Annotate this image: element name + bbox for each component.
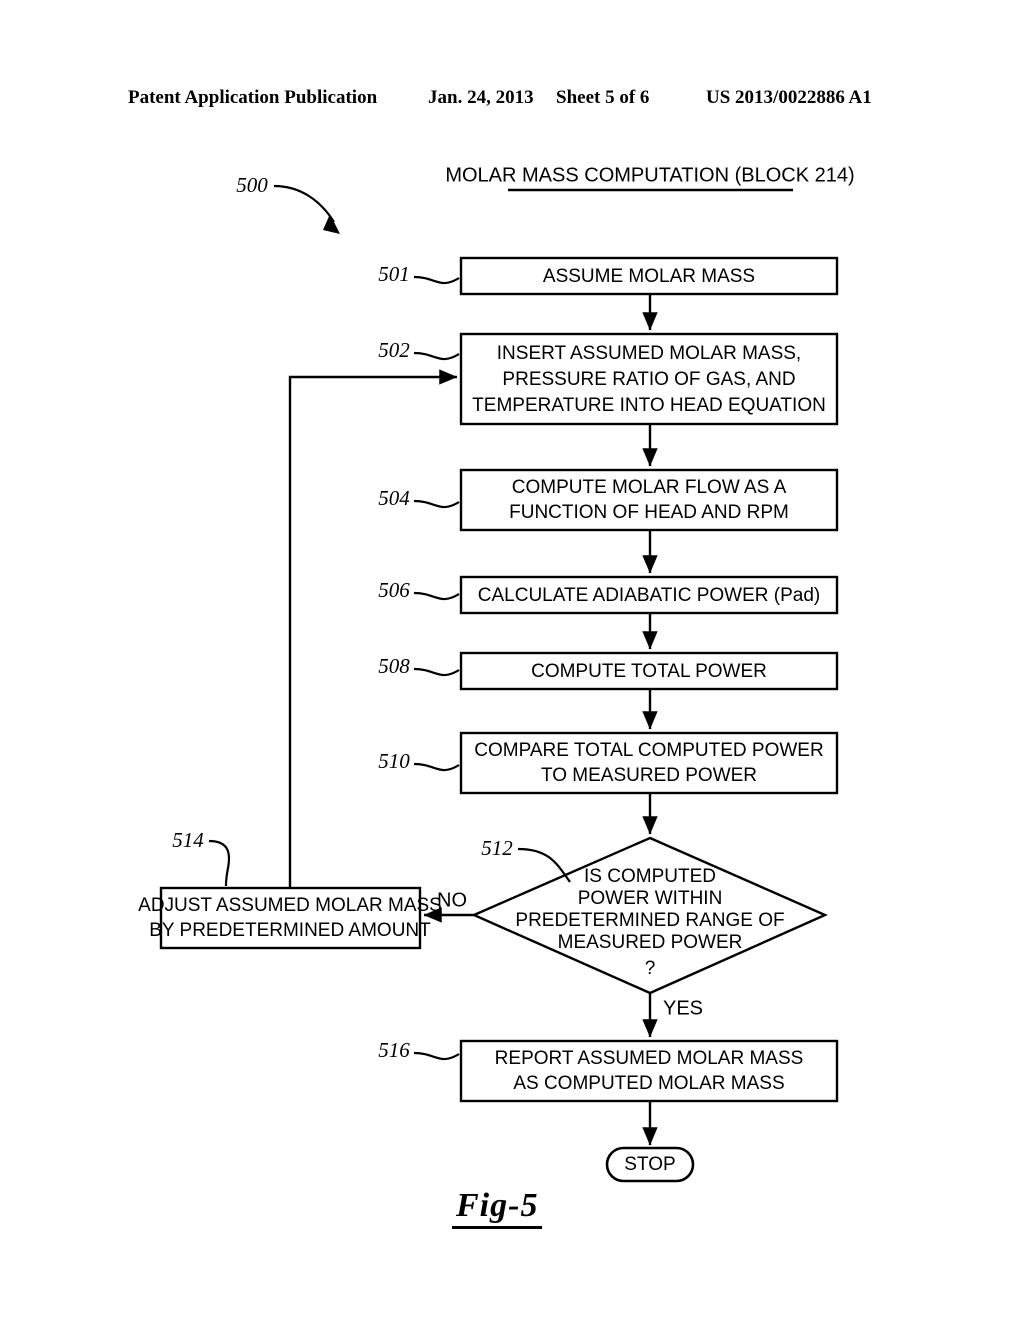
node-508-ref: 508	[378, 654, 410, 678]
diagram-ref-arrowhead	[323, 214, 340, 234]
node-501[interactable]: ASSUME MOLAR MASS 501	[378, 256, 839, 296]
node-516-line-0: REPORT ASSUMED MOLAR MASS	[495, 1048, 804, 1069]
node-504[interactable]: COMPUTE MOLAR FLOW AS A FUNCTION OF HEAD…	[378, 468, 839, 532]
node-502-line-2: TEMPERATURE INTO HEAD EQUATION	[472, 395, 826, 416]
node-stop[interactable]: STOP	[605, 1146, 695, 1183]
node-512[interactable]: IS COMPUTED POWER WITHIN PREDETERMINED R…	[471, 836, 828, 995]
node-502-leader	[413, 351, 460, 361]
node-508-leader	[413, 667, 460, 677]
node-512-line-4: ?	[645, 958, 656, 979]
node-510-line-0: COMPARE TOTAL COMPUTED POWER	[474, 740, 823, 761]
node-516-ref: 516	[378, 1038, 410, 1062]
node-504-ref: 504	[378, 486, 410, 510]
node-506-line-0: CALCULATE ADIABATIC POWER (Pad)	[478, 585, 820, 606]
node-504-line-0: COMPUTE MOLAR FLOW AS A	[512, 477, 787, 498]
node-502-line-1: PRESSURE RATIO OF GAS, AND	[502, 369, 795, 390]
node-501-leader	[413, 275, 460, 285]
node-514-ref: 514	[172, 828, 204, 852]
node-stop-label: STOP	[624, 1154, 675, 1175]
diagram-reference-500: 500	[236, 173, 340, 234]
figure-caption: Fig-5	[452, 1188, 543, 1229]
node-512-ref: 512	[481, 836, 513, 860]
node-516-leader	[413, 1051, 460, 1061]
node-508[interactable]: COMPUTE TOTAL POWER 508	[378, 651, 839, 691]
node-504-leader	[413, 499, 460, 509]
node-502[interactable]: INSERT ASSUMED MOLAR MASS, PRESSURE RATI…	[378, 332, 839, 426]
node-502-line-0: INSERT ASSUMED MOLAR MASS,	[497, 343, 801, 364]
node-512-line-0: IS COMPUTED	[584, 866, 716, 887]
node-501-ref: 501	[378, 262, 410, 286]
node-510-ref: 510	[378, 749, 410, 773]
node-514-line-0: ADJUST ASSUMED MOLAR MASS	[138, 895, 442, 916]
diagram-ref-leader	[273, 184, 335, 223]
edge-514-502-feedback	[288, 369, 458, 888]
node-510[interactable]: COMPARE TOTAL COMPUTED POWER TO MEASURED…	[378, 731, 839, 795]
node-510-leader	[413, 762, 460, 772]
figure-title: MOLAR MASS COMPUTATION (BLOCK 214)	[445, 164, 855, 192]
node-506-leader	[413, 591, 460, 601]
figure-title-text: MOLAR MASS COMPUTATION (BLOCK 214)	[445, 164, 854, 186]
node-502-ref: 502	[378, 338, 410, 362]
node-501-line-0: ASSUME MOLAR MASS	[543, 266, 755, 287]
diagram-ref-label: 500	[236, 173, 268, 197]
node-516[interactable]: REPORT ASSUMED MOLAR MASS AS COMPUTED MO…	[378, 1038, 839, 1103]
flowchart-figure: MOLAR MASS COMPUTATION (BLOCK 214) 500 A…	[138, 164, 855, 1183]
node-512-line-1: POWER WITHIN	[578, 888, 723, 909]
branch-label-yes: YES	[663, 997, 703, 1019]
node-512-line-2: PREDETERMINED RANGE OF	[515, 910, 784, 931]
node-516-line-1: AS COMPUTED MOLAR MASS	[513, 1073, 784, 1094]
node-514-leader	[208, 839, 231, 887]
node-508-line-0: COMPUTE TOTAL POWER	[531, 661, 767, 682]
node-514-line-1: BY PREDETERMINED AMOUNT	[149, 920, 431, 941]
node-506-ref: 506	[378, 578, 410, 602]
node-504-line-1: FUNCTION OF HEAD AND RPM	[509, 502, 789, 523]
node-506[interactable]: CALCULATE ADIABATIC POWER (Pad) 506	[378, 575, 839, 615]
node-512-line-3: MEASURED POWER	[558, 932, 743, 953]
node-510-line-1: TO MEASURED POWER	[541, 765, 757, 786]
